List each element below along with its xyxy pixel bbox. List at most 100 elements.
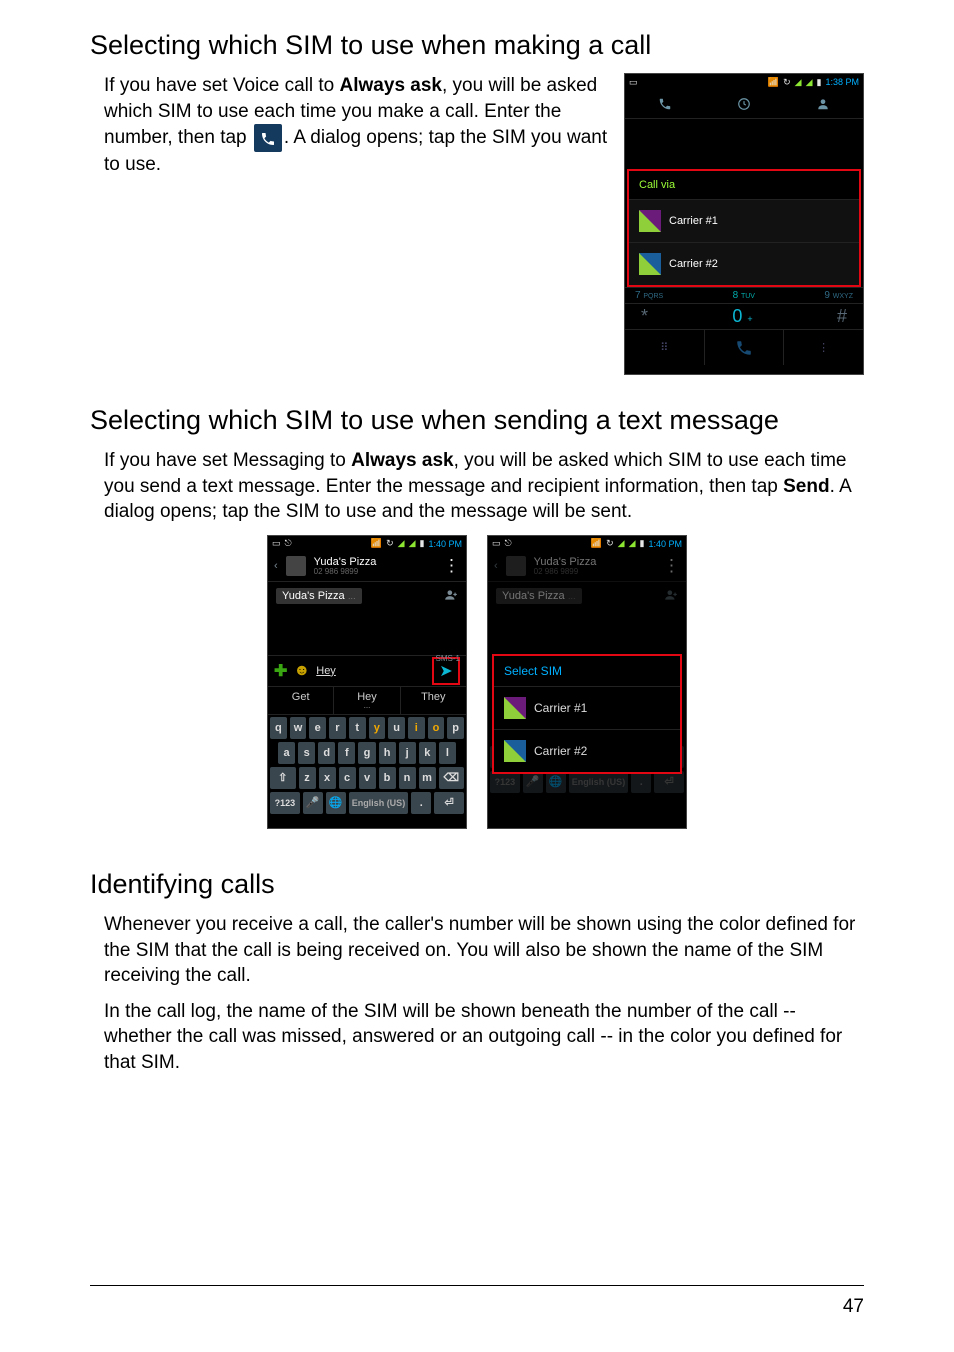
key-m[interactable]: m xyxy=(419,767,436,789)
recipient-chip: Yuda's Pizza … xyxy=(496,588,582,604)
overflow-menu-icon: ⋮ xyxy=(663,556,680,576)
key-period[interactable]: . xyxy=(411,792,431,814)
suggestion-1[interactable]: Get xyxy=(268,687,334,714)
key-enter[interactable]: ⏎ xyxy=(434,792,464,814)
key-7[interactable]: 7 PQRS xyxy=(635,290,663,301)
overflow-menu-icon[interactable]: ⋮ xyxy=(443,556,460,576)
dialer-keys-row: 7 PQRS 8 TUV 9 WXYZ xyxy=(625,287,863,303)
status-time-suffix: PM xyxy=(846,77,860,87)
key-k[interactable]: k xyxy=(419,742,436,764)
key-i[interactable]: i xyxy=(408,717,425,739)
key-e[interactable]: e xyxy=(309,717,326,739)
key-c[interactable]: c xyxy=(339,767,356,789)
back-icon: ‹ xyxy=(494,560,498,572)
call-button[interactable] xyxy=(705,330,785,365)
image-icon: ▭ xyxy=(629,77,638,88)
section3-para1: Whenever you receive a call, the caller'… xyxy=(104,912,864,989)
sync-icon: ↻ xyxy=(606,538,614,549)
keypad-toggle-icon[interactable]: ⠿ xyxy=(625,330,705,365)
phone-icon xyxy=(254,124,282,152)
key-a[interactable]: a xyxy=(278,742,295,764)
key-p[interactable]: p xyxy=(447,717,464,739)
tab-contacts[interactable] xyxy=(784,90,863,118)
signal-1-icon: ◢ xyxy=(398,538,405,549)
battery-icon: ▮ xyxy=(640,538,645,549)
key-9[interactable]: 9 WXYZ xyxy=(824,290,853,301)
status-bar: ▭ 📶 ↻ ◢ ◢ ▮ 1:38 PM xyxy=(625,74,863,90)
wifi-icon: 📶 xyxy=(591,538,602,549)
status-bar: ▭⎋ 📶 ↻ ◢ ◢ ▮ 1:40 PM xyxy=(268,536,466,552)
key-f[interactable]: f xyxy=(338,742,355,764)
key-y[interactable]: y xyxy=(369,717,386,739)
call-via-title: Call via xyxy=(629,171,859,200)
key-star[interactable]: * xyxy=(641,306,648,327)
attach-icon[interactable]: ✚ xyxy=(274,661,287,681)
key-s[interactable]: s xyxy=(298,742,315,764)
key-l[interactable]: l xyxy=(439,742,456,764)
tab-phone[interactable] xyxy=(625,90,704,118)
section2-paragraph: If you have set Messaging to Always ask,… xyxy=(104,448,864,525)
key-n[interactable]: n xyxy=(399,767,416,789)
tab-recents[interactable] xyxy=(704,90,783,118)
select-sim-option-2[interactable]: Carrier #2 xyxy=(494,730,680,772)
usb-icon: ⎋ xyxy=(505,538,512,549)
select-sim-title: Select SIM xyxy=(494,656,680,687)
key-globe[interactable]: 🌐 xyxy=(326,792,346,814)
heading-sim-call: Selecting which SIM to use when making a… xyxy=(90,30,864,61)
key-u[interactable]: u xyxy=(388,717,405,739)
select-sim-option-1[interactable]: Carrier #1 xyxy=(494,687,680,730)
key-backspace[interactable]: ⌫ xyxy=(439,767,465,789)
sim-option-1[interactable]: Carrier #1 xyxy=(629,200,859,243)
key-symbols[interactable]: ?123 xyxy=(270,792,300,814)
key-h[interactable]: h xyxy=(379,742,396,764)
key-j[interactable]: j xyxy=(399,742,416,764)
sim-swatch-icon xyxy=(504,697,526,719)
key-hash[interactable]: # xyxy=(837,306,847,327)
keyboard: q w e r t y u i o p a s d f g h xyxy=(268,715,466,821)
key-b[interactable]: b xyxy=(379,767,396,789)
key-mic[interactable]: 🎤 xyxy=(303,792,323,814)
compose-input[interactable]: Hey xyxy=(316,665,426,677)
signal-1-icon: ◢ xyxy=(618,538,625,549)
add-contact-icon[interactable] xyxy=(444,588,458,605)
keyboard-suggestions: Get Hey… They xyxy=(268,687,466,715)
key-t[interactable]: t xyxy=(349,717,366,739)
usb-icon: ⎋ xyxy=(285,538,292,549)
avatar-icon xyxy=(506,556,526,576)
back-icon[interactable]: ‹ xyxy=(274,560,278,572)
key-space[interactable]: English (US) xyxy=(349,792,409,814)
wifi-icon: 📶 xyxy=(768,77,779,88)
image-icon: ▭ xyxy=(492,538,501,549)
recipient-chip[interactable]: Yuda's Pizza … xyxy=(276,588,362,604)
sim2-label: Carrier #2 xyxy=(669,258,718,270)
suggestion-2[interactable]: Hey… xyxy=(334,687,400,714)
suggestion-3[interactable]: They xyxy=(401,687,466,714)
key-zero[interactable]: 0 + xyxy=(732,306,752,327)
signal-2-icon: ◢ xyxy=(629,538,636,549)
contact-number: 02 986 9899 xyxy=(534,568,597,577)
sms-badge: SMS-1 xyxy=(436,654,460,663)
dialer-screenshot: ▭ 📶 ↻ ◢ ◢ ▮ 1:38 PM Call via Carrier #1 xyxy=(624,73,864,375)
heading-sim-sms: Selecting which SIM to use when sending … xyxy=(90,405,864,436)
s1-bold: Always ask xyxy=(340,75,442,96)
key-z[interactable]: z xyxy=(299,767,316,789)
key-r[interactable]: r xyxy=(329,717,346,739)
emoji-icon[interactable]: ☻ xyxy=(293,662,310,680)
call-via-dialog: Call via Carrier #1 Carrier #2 xyxy=(627,169,861,287)
key-8[interactable]: 8 TUV xyxy=(733,290,755,301)
recipient-row: Yuda's Pizza … xyxy=(268,582,466,611)
key-g[interactable]: g xyxy=(358,742,375,764)
key-q[interactable]: q xyxy=(270,717,287,739)
key-v[interactable]: v xyxy=(359,767,376,789)
key-d[interactable]: d xyxy=(318,742,335,764)
page-number: 47 xyxy=(843,1296,864,1318)
key-shift[interactable]: ⇧ xyxy=(270,767,296,789)
key-o[interactable]: o xyxy=(428,717,445,739)
more-icon[interactable]: ⋮ xyxy=(784,330,863,365)
sim-swatch-icon xyxy=(639,253,661,275)
key-x[interactable]: x xyxy=(319,767,336,789)
sim-option-2[interactable]: Carrier #2 xyxy=(629,243,859,285)
signal-2-icon: ◢ xyxy=(409,538,416,549)
messaging-screenshot-compose: ▭⎋ 📶 ↻ ◢ ◢ ▮ 1:40 PM ‹ Yuda's Pizza 02 9… xyxy=(267,535,467,829)
key-w[interactable]: w xyxy=(290,717,307,739)
